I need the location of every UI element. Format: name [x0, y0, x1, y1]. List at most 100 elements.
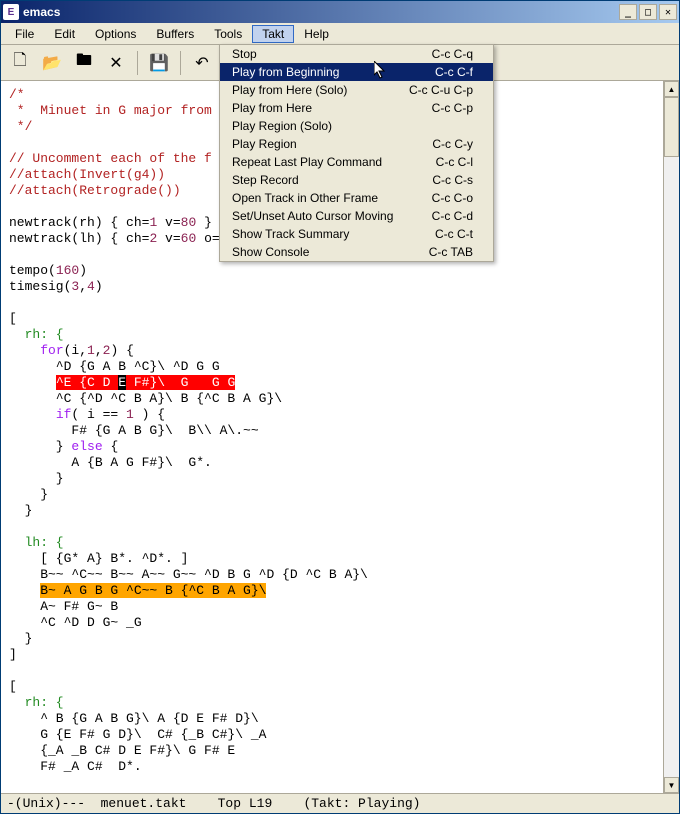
toolbar-separator — [137, 51, 138, 75]
code-num: 4 — [87, 279, 95, 294]
menu-play-from-here[interactable]: Play from HereC-c C-p — [220, 99, 493, 117]
window-title: emacs — [23, 5, 619, 19]
code-line: F# _A C# D*. — [9, 759, 142, 774]
code-line: A {B A G F#}\ G*. — [9, 455, 212, 470]
minimize-button[interactable]: _ — [619, 4, 637, 20]
open-file-button[interactable]: 📂 — [39, 50, 65, 76]
code-text — [9, 407, 56, 422]
menu-shortcut: C-c C-u C-p — [409, 83, 473, 97]
code-line: } — [9, 487, 48, 502]
menu-takt[interactable]: Takt — [252, 25, 294, 43]
code-line: */ — [9, 119, 32, 134]
code-line: [ — [9, 679, 17, 694]
menu-play-region-solo[interactable]: Play Region (Solo) — [220, 117, 493, 135]
menu-repeat-last-play[interactable]: Repeat Last Play Command C-c C-l — [220, 153, 493, 171]
kill-buffer-button[interactable]: ✕ — [103, 50, 129, 76]
menu-label: Step Record — [232, 173, 412, 187]
code-line: * Minuet in G major from — [9, 103, 212, 118]
menu-label: Show Console — [232, 245, 409, 259]
playing-highlight-rh: ^E {C D E F#}\ G G G — [56, 375, 235, 390]
code-line: ^ B {G A B G}\ A {D E F# D}\ — [9, 711, 259, 726]
code-text — [9, 375, 56, 390]
code-line: newtrack(rh) { ch= — [9, 215, 149, 230]
code-line: [ {G* A} B*. ^D*. ] — [9, 551, 188, 566]
code-line: ] — [9, 647, 17, 662]
folder-icon: 🖿 — [76, 49, 92, 76]
menu-play-from-beginning[interactable]: Play from BeginningC-c C-f — [220, 63, 493, 81]
maximize-button[interactable]: □ — [639, 4, 657, 20]
menu-show-track-summary[interactable]: Show Track SummaryC-c C-t — [220, 225, 493, 243]
code-line: //attach(Invert(g4)) — [9, 167, 165, 182]
menu-stop[interactable]: StopC-c C-q — [220, 45, 493, 63]
menu-step-record[interactable]: Step RecordC-c C-s — [220, 171, 493, 189]
dired-button[interactable]: 🖿 — [71, 50, 97, 76]
undo-button[interactable]: ↶ — [189, 50, 215, 76]
menu-help[interactable]: Help — [294, 25, 339, 43]
menu-label: Stop — [232, 47, 412, 61]
menu-label: Open Track in Other Frame — [232, 191, 412, 205]
code-line: ^C ^D D G~ _G — [9, 615, 142, 630]
scroll-track[interactable] — [664, 97, 679, 777]
vertical-scrollbar[interactable]: ▲ ▼ — [663, 81, 679, 793]
save-button[interactable]: 💾 — [146, 50, 172, 76]
menu-label: Play from Beginning — [232, 65, 415, 79]
scroll-down-button[interactable]: ▼ — [664, 777, 679, 793]
menu-show-console[interactable]: Show ConsoleC-c TAB — [220, 243, 493, 261]
code-text: (i, — [64, 343, 87, 358]
code-text: ) { — [110, 343, 133, 358]
code-line: } — [9, 503, 32, 518]
menu-file[interactable]: File — [5, 25, 44, 43]
menu-open-track-other-frame[interactable]: Open Track in Other Frame C-c C-o — [220, 189, 493, 207]
code-line: newtrack(lh) { ch= — [9, 231, 149, 246]
menu-shortcut: C-c C-y — [432, 137, 473, 151]
menu-buffers[interactable]: Buffers — [146, 25, 204, 43]
code-keyword: for — [40, 343, 63, 358]
menu-label: Play from Here — [232, 101, 412, 115]
menu-label: Show Track Summary — [232, 227, 415, 241]
menu-label: Play Region — [232, 137, 412, 151]
code-keyword: if — [56, 407, 72, 422]
code-line: G {E F# G D}\ C# {_B C#}\ _A — [9, 727, 266, 742]
open-file-icon: 📂 — [42, 53, 62, 73]
save-icon: 💾 — [149, 53, 169, 73]
code-line: rh: { — [9, 327, 64, 342]
code-line: //attach(Retrograde()) — [9, 183, 181, 198]
scroll-up-button[interactable]: ▲ — [664, 81, 679, 97]
code-num: 160 — [56, 263, 79, 278]
code-line: rh: { — [9, 695, 64, 710]
menu-shortcut: C-c C-o — [432, 191, 473, 205]
new-file-icon: 🗋 — [14, 49, 27, 76]
menu-play-from-here-solo[interactable]: Play from Here (Solo)C-c C-u C-p — [220, 81, 493, 99]
code-text: , — [79, 279, 87, 294]
menu-label: Repeat Last Play Command — [232, 155, 416, 169]
takt-menu-dropdown: StopC-c C-q Play from BeginningC-c C-f P… — [219, 44, 494, 262]
code-line: {_A _B C# D E F#}\ G F# E — [9, 743, 235, 758]
code-text: ) — [95, 279, 103, 294]
playing-highlight-lh: B~ A G B G ^C~~ B {^C B A G}\ — [40, 583, 266, 598]
menu-label: Set/Unset Auto Cursor Moving — [232, 209, 412, 223]
menu-auto-cursor-moving[interactable]: Set/Unset Auto Cursor Moving C-c C-d — [220, 207, 493, 225]
menu-shortcut: C-c C-d — [432, 209, 473, 223]
toolbar-separator — [180, 51, 181, 75]
menu-play-region[interactable]: Play Region C-c C-y — [220, 135, 493, 153]
new-file-button[interactable]: 🗋 — [7, 50, 33, 76]
code-text: ) — [79, 263, 87, 278]
undo-icon: ↶ — [195, 53, 208, 73]
scroll-thumb[interactable] — [664, 97, 679, 157]
code-line: /* — [9, 87, 25, 102]
code-text: } — [9, 439, 71, 454]
code-num: 80 — [181, 215, 197, 230]
code-line: timesig( — [9, 279, 71, 294]
code-text — [9, 583, 40, 598]
code-line: F# {G A B G}\ B\\ A\.~~ — [9, 423, 259, 438]
menu-tools[interactable]: Tools — [204, 25, 252, 43]
menu-edit[interactable]: Edit — [44, 25, 85, 43]
menu-label: Play Region (Solo) — [232, 119, 453, 133]
menu-options[interactable]: Options — [85, 25, 146, 43]
app-icon: E — [3, 4, 19, 20]
close-button[interactable]: ✕ — [659, 4, 677, 20]
menu-shortcut: C-c C-l — [436, 155, 473, 169]
code-line: } — [9, 631, 32, 646]
code-line: } — [9, 471, 64, 486]
code-text: ) { — [134, 407, 165, 422]
